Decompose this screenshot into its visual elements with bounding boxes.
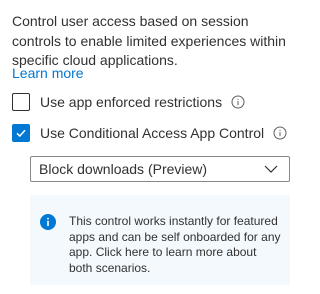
conditional-access-app-control-option: Use Conditional Access App Control (12, 123, 287, 143)
info-icon[interactable] (273, 126, 287, 140)
chevron-down-icon (263, 161, 279, 177)
conditional-access-app-control-label[interactable]: Use Conditional Access App Control (40, 125, 264, 141)
info-message-box[interactable]: This control works instantly for feature… (30, 195, 290, 285)
session-control-dropdown[interactable]: Block downloads (Preview) (30, 156, 290, 182)
conditional-access-app-control-checkbox[interactable] (12, 124, 30, 142)
app-enforced-restrictions-checkbox[interactable] (12, 93, 30, 111)
info-filled-icon (40, 214, 56, 230)
info-message-text: This control works instantly for feature… (69, 214, 281, 275)
learn-more-link[interactable]: Learn more (12, 64, 84, 82)
app-enforced-restrictions-option: Use app enforced restrictions (12, 92, 245, 112)
info-icon[interactable] (231, 95, 245, 109)
session-controls-description: Control user access based on session con… (12, 13, 286, 68)
app-enforced-restrictions-label[interactable]: Use app enforced restrictions (40, 94, 222, 110)
dropdown-selected-value: Block downloads (Preview) (39, 161, 208, 177)
checkmark-icon (16, 129, 26, 138)
